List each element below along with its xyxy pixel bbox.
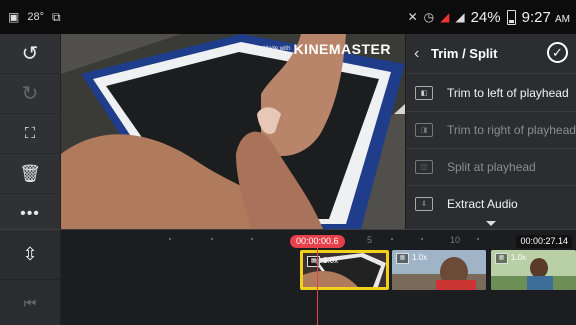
status-bar: ▣ 28° ⧉ ✕ ◷ ◢ ◢ 24% 9:27 AM: [0, 0, 576, 34]
trim-right-label: Trim to right of playhead: [447, 122, 576, 137]
jump-to-start-button[interactable]: ⏮: [0, 282, 60, 324]
battery-percent: 24%: [470, 8, 501, 26]
watermark: Made with KINEMASTER: [263, 41, 391, 57]
end-time: 00:00:27.14: [516, 235, 572, 248]
delete-icon: 🗑: [19, 163, 41, 183]
photos-icon: ⧉: [51, 9, 61, 24]
signal-icon: ◢: [440, 10, 450, 24]
undo-icon: ↺: [21, 43, 39, 65]
panel-title: Trim / Split: [431, 46, 498, 61]
ruler-dot: [251, 238, 253, 240]
clip-1-selected[interactable]: ▦ 1.0x: [300, 250, 389, 290]
clip-2-video-icon: ▦: [396, 253, 409, 264]
expand-layers-icon: ⇳: [22, 244, 38, 264]
clip-2[interactable]: ▦ 1.0x: [392, 250, 486, 290]
extract-audio-label: Extract Audio: [447, 196, 518, 211]
trim-right-icon: ◨: [415, 122, 433, 137]
delete-button[interactable]: 🗑: [0, 154, 60, 194]
preview-frame: [61, 34, 405, 229]
fit-screen-button[interactable]: ⛶: [0, 114, 60, 154]
timeline-tools: ⇳ ⏮: [0, 230, 61, 325]
status-right: ✕ ◷ ◢ ◢ 24% 9:27 AM: [408, 0, 570, 34]
more-icon: •••: [20, 204, 40, 222]
clip-2-speed: 1.0x: [412, 253, 428, 262]
gallery-icon: ▣: [8, 10, 20, 24]
clip-3-speed: 1.0x: [511, 253, 527, 262]
clock: 9:27 AM: [521, 8, 570, 26]
fit-screen-icon: ⛶: [24, 125, 36, 142]
more-button[interactable]: •••: [0, 194, 60, 233]
status-left: ▣ 28° ⧉: [8, 0, 61, 34]
timeline: ⇳ ⏮ 5 10 00:00:00.6 00:00:27.14 ▦ 1.0x ▦…: [0, 229, 576, 325]
video-preview[interactable]: Made with KINEMASTER: [61, 34, 405, 229]
redo-button[interactable]: ↻: [0, 74, 60, 114]
ruler-dot: [421, 238, 423, 240]
split-option[interactable]: ◫ Split at playhead: [406, 148, 576, 186]
clip-3-video-icon: ▦: [495, 253, 508, 264]
undo-button[interactable]: ↺: [0, 34, 60, 74]
extract-audio-option[interactable]: ⇩ Extract Audio: [406, 185, 576, 222]
trim-split-panel: ‹ Trim / Split ✓ ◧ Trim to left of playh…: [406, 34, 576, 229]
watermark-logo: KINEMASTER: [293, 41, 391, 57]
split-icon: ◫: [415, 159, 433, 174]
clip-1-video-icon: ▦: [307, 256, 320, 267]
signal-icon-2: ◢: [455, 10, 465, 24]
alarm-icon: ◷: [423, 10, 435, 24]
playhead-line[interactable]: [317, 248, 318, 325]
clip-3[interactable]: ▦ 1.0x: [491, 250, 576, 290]
trim-right-option[interactable]: ◨ Trim to right of playhead: [406, 111, 576, 149]
ruler-mark-5: 5: [367, 235, 373, 245]
split-label: Split at playhead: [447, 159, 536, 174]
clip-1-speed: 1.0x: [323, 256, 339, 265]
ruler-dot: [169, 238, 171, 240]
panel-header: ‹ Trim / Split ✓: [406, 34, 576, 74]
back-chevron-icon[interactable]: ‹: [414, 34, 419, 73]
extract-audio-icon: ⇩: [415, 196, 433, 211]
skip-start-icon: ⏮: [23, 294, 37, 311]
battery-icon: [506, 9, 516, 25]
temperature: 28°: [27, 11, 44, 23]
trim-left-option[interactable]: ◧ Trim to left of playhead: [406, 74, 576, 112]
confirm-check-icon[interactable]: ✓: [547, 42, 568, 63]
redo-icon: ↻: [21, 83, 39, 105]
timeline-expand-button[interactable]: ⇳: [0, 230, 60, 280]
watermark-prefix: Made with: [263, 46, 291, 52]
ruler-dot: [211, 238, 213, 240]
playhead-time: 00:00:00.6: [290, 235, 345, 248]
trim-left-label: Trim to left of playhead: [447, 85, 569, 100]
ruler-mark-10: 10: [450, 235, 461, 245]
ruler-dot: [391, 238, 393, 240]
scroll-down-indicator-icon[interactable]: [486, 221, 496, 226]
ruler-dot: [477, 238, 479, 240]
mute-icon: ✕: [407, 10, 418, 24]
trim-left-icon: ◧: [415, 85, 433, 100]
left-toolbar: ↺ ↻ ⛶ 🗑 •••: [0, 34, 61, 229]
